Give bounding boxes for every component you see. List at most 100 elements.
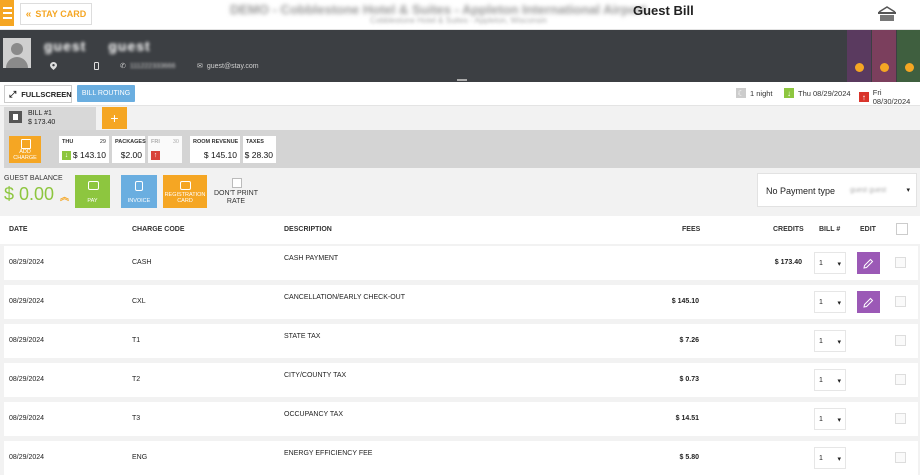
row-description: CITY/COUNTY TAX	[284, 372, 347, 379]
payment-type-select[interactable]: No Payment type guest guest ▾	[757, 173, 917, 207]
pay-button[interactable]: PAY	[75, 175, 110, 208]
bill-number-value: 1	[819, 338, 823, 345]
stay-card-label: STAY CARD	[35, 9, 87, 19]
email-address: guest@stay.com	[206, 62, 259, 70]
bill-number-select[interactable]: 1 ▾	[814, 447, 846, 469]
row-date: 08/29/2024	[9, 376, 45, 383]
bill-number-select[interactable]: 1 ▾	[814, 252, 846, 274]
invoice-button[interactable]: INVOICE	[121, 175, 157, 208]
packages-label: PACKAGES	[115, 139, 146, 145]
menu-icon[interactable]	[0, 0, 14, 26]
mobile-icon	[94, 62, 99, 70]
edit-button[interactable]	[857, 291, 880, 313]
fullscreen-label: FULLSCREEN	[21, 89, 72, 99]
arrival-arrow-icon: ↓	[784, 88, 794, 98]
pay-label: PAY	[87, 198, 98, 204]
side-tab-1[interactable]	[847, 30, 871, 82]
col-bill: BILL #	[819, 226, 841, 233]
row-charge-code: CXL	[132, 298, 146, 305]
dont-print-checkbox[interactable]	[232, 178, 242, 188]
row-description: ENERGY EFFICIENCY FEE	[284, 450, 373, 457]
row-checkbox[interactable]	[895, 452, 906, 463]
pencil-icon	[863, 258, 874, 269]
col-description: DESCRIPTION	[284, 226, 332, 233]
row-charge-code: T2	[132, 376, 141, 383]
row-credits: $ 173.40	[774, 259, 802, 266]
taxes-label: TAXES	[246, 139, 264, 145]
hotel-subtitle: Cobblestone Hotel & Suites - Appleton, W…	[370, 16, 547, 25]
bill-number-value: 1	[819, 455, 823, 462]
bill-number-select[interactable]: 1 ▾	[814, 408, 846, 430]
select-all-checkbox[interactable]	[896, 223, 908, 235]
registration-label: REGISTRATION CARD	[164, 192, 206, 204]
row-fees: $ 7.26	[679, 337, 699, 344]
row-checkbox[interactable]	[895, 257, 906, 268]
side-tab-3[interactable]	[897, 30, 920, 82]
departure-arrow-icon: ↑	[859, 92, 869, 102]
row-description: CANCELLATION/EARLY CHECK-OUT	[284, 294, 405, 301]
table-row: 08/29/2024 T1 STATE TAX $ 7.26 1 ▾	[4, 324, 918, 358]
arrival-label: Thu 08/29/2024	[798, 88, 851, 98]
tab-badge-icon	[905, 63, 914, 72]
hotel-title: DEMO - Cobblestone Hotel & Suites - Appl…	[230, 2, 647, 17]
packages-cell: PACKAGES $2.00	[112, 136, 146, 163]
avatar	[3, 38, 31, 68]
edit-button[interactable]	[857, 252, 880, 274]
double-chevron-up-icon[interactable]: ︽	[60, 190, 69, 203]
side-tab-2[interactable]	[872, 30, 896, 82]
bill-number-select[interactable]: 1 ▾	[814, 369, 846, 391]
stay-card-button[interactable]: « STAY CARD	[20, 3, 92, 25]
day-label: THU	[62, 139, 74, 145]
caret-down-icon: ▾	[906, 187, 910, 194]
row-date: 08/29/2024	[9, 454, 45, 461]
caret-down-icon: ▾	[837, 339, 841, 346]
room-revenue-label: ROOM REVENUE	[193, 139, 239, 145]
wallet-icon	[87, 181, 99, 190]
row-fees: $ 14.51	[675, 415, 699, 422]
row-checkbox[interactable]	[895, 413, 906, 424]
row-charge-code: T3	[132, 415, 141, 422]
add-charge-button[interactable]: ADD CHARGE	[9, 136, 41, 163]
dont-print-label: DON'T PRINT RATE	[214, 190, 258, 205]
nights-label: 1 night	[750, 88, 773, 98]
bill-routing-button[interactable]: BILL ROUTING	[77, 85, 135, 102]
row-description: STATE TAX	[284, 333, 321, 340]
row-checkbox[interactable]	[895, 335, 906, 346]
guest-last-name: guest	[108, 38, 151, 54]
bill-number-value: 1	[819, 299, 823, 306]
room-revenue-value: $ 145.10	[203, 150, 237, 160]
add-bill-button[interactable]: +	[102, 107, 127, 129]
room-revenue-cell: ROOM REVENUE $ 145.10	[190, 136, 240, 163]
day-thu-cell[interactable]: THU 29 ↓ $ 143.10	[59, 136, 109, 163]
guest-header: guest guest	[0, 30, 920, 82]
email-icon: ✉	[197, 63, 203, 70]
payment-type-label: No Payment type	[766, 186, 836, 196]
row-date: 08/29/2024	[9, 337, 45, 344]
arrival-date: ↓ Thu 08/29/2024	[784, 88, 851, 98]
bill-tab-1[interactable]: BILL #1 $ 173.40	[4, 107, 96, 131]
departure-arrow-icon: ↑	[151, 151, 160, 160]
row-checkbox[interactable]	[895, 296, 906, 307]
email-info: ✉ guest@stay.com	[197, 62, 259, 71]
bill-tabs: BILL #1 $ 173.40 +	[0, 106, 920, 131]
fullscreen-button[interactable]: ⤢ FULLSCREEN	[4, 85, 72, 103]
dont-print-rate-toggle[interactable]: DON'T PRINT RATE	[214, 178, 258, 206]
tab-badge-icon	[880, 63, 889, 72]
registration-card-button[interactable]: REGISTRATION CARD	[163, 175, 207, 208]
bill-number-select[interactable]: 1 ▾	[814, 330, 846, 352]
bill-number-value: 1	[819, 260, 823, 267]
hotel-logo-icon	[878, 6, 896, 21]
caret-down-icon: ▾	[837, 378, 841, 385]
col-fees: FEES	[682, 226, 701, 233]
guest-balance-amount: $ 0.00	[4, 184, 55, 204]
day-fri-cell[interactable]: FRI 30 ↑	[148, 136, 182, 163]
taxes-value: $ 28.30	[244, 150, 273, 160]
departure-date: ↑ Fri 08/30/2024	[859, 88, 920, 106]
col-charge-code: CHARGE CODE	[132, 226, 185, 233]
row-charge-code: CASH	[132, 259, 152, 266]
row-fees: $ 0.73	[679, 376, 699, 383]
day-label: FRI	[151, 139, 160, 145]
bill-number-select[interactable]: 1 ▾	[814, 291, 846, 313]
row-checkbox[interactable]	[895, 374, 906, 385]
caret-down-icon: ▾	[837, 261, 841, 268]
